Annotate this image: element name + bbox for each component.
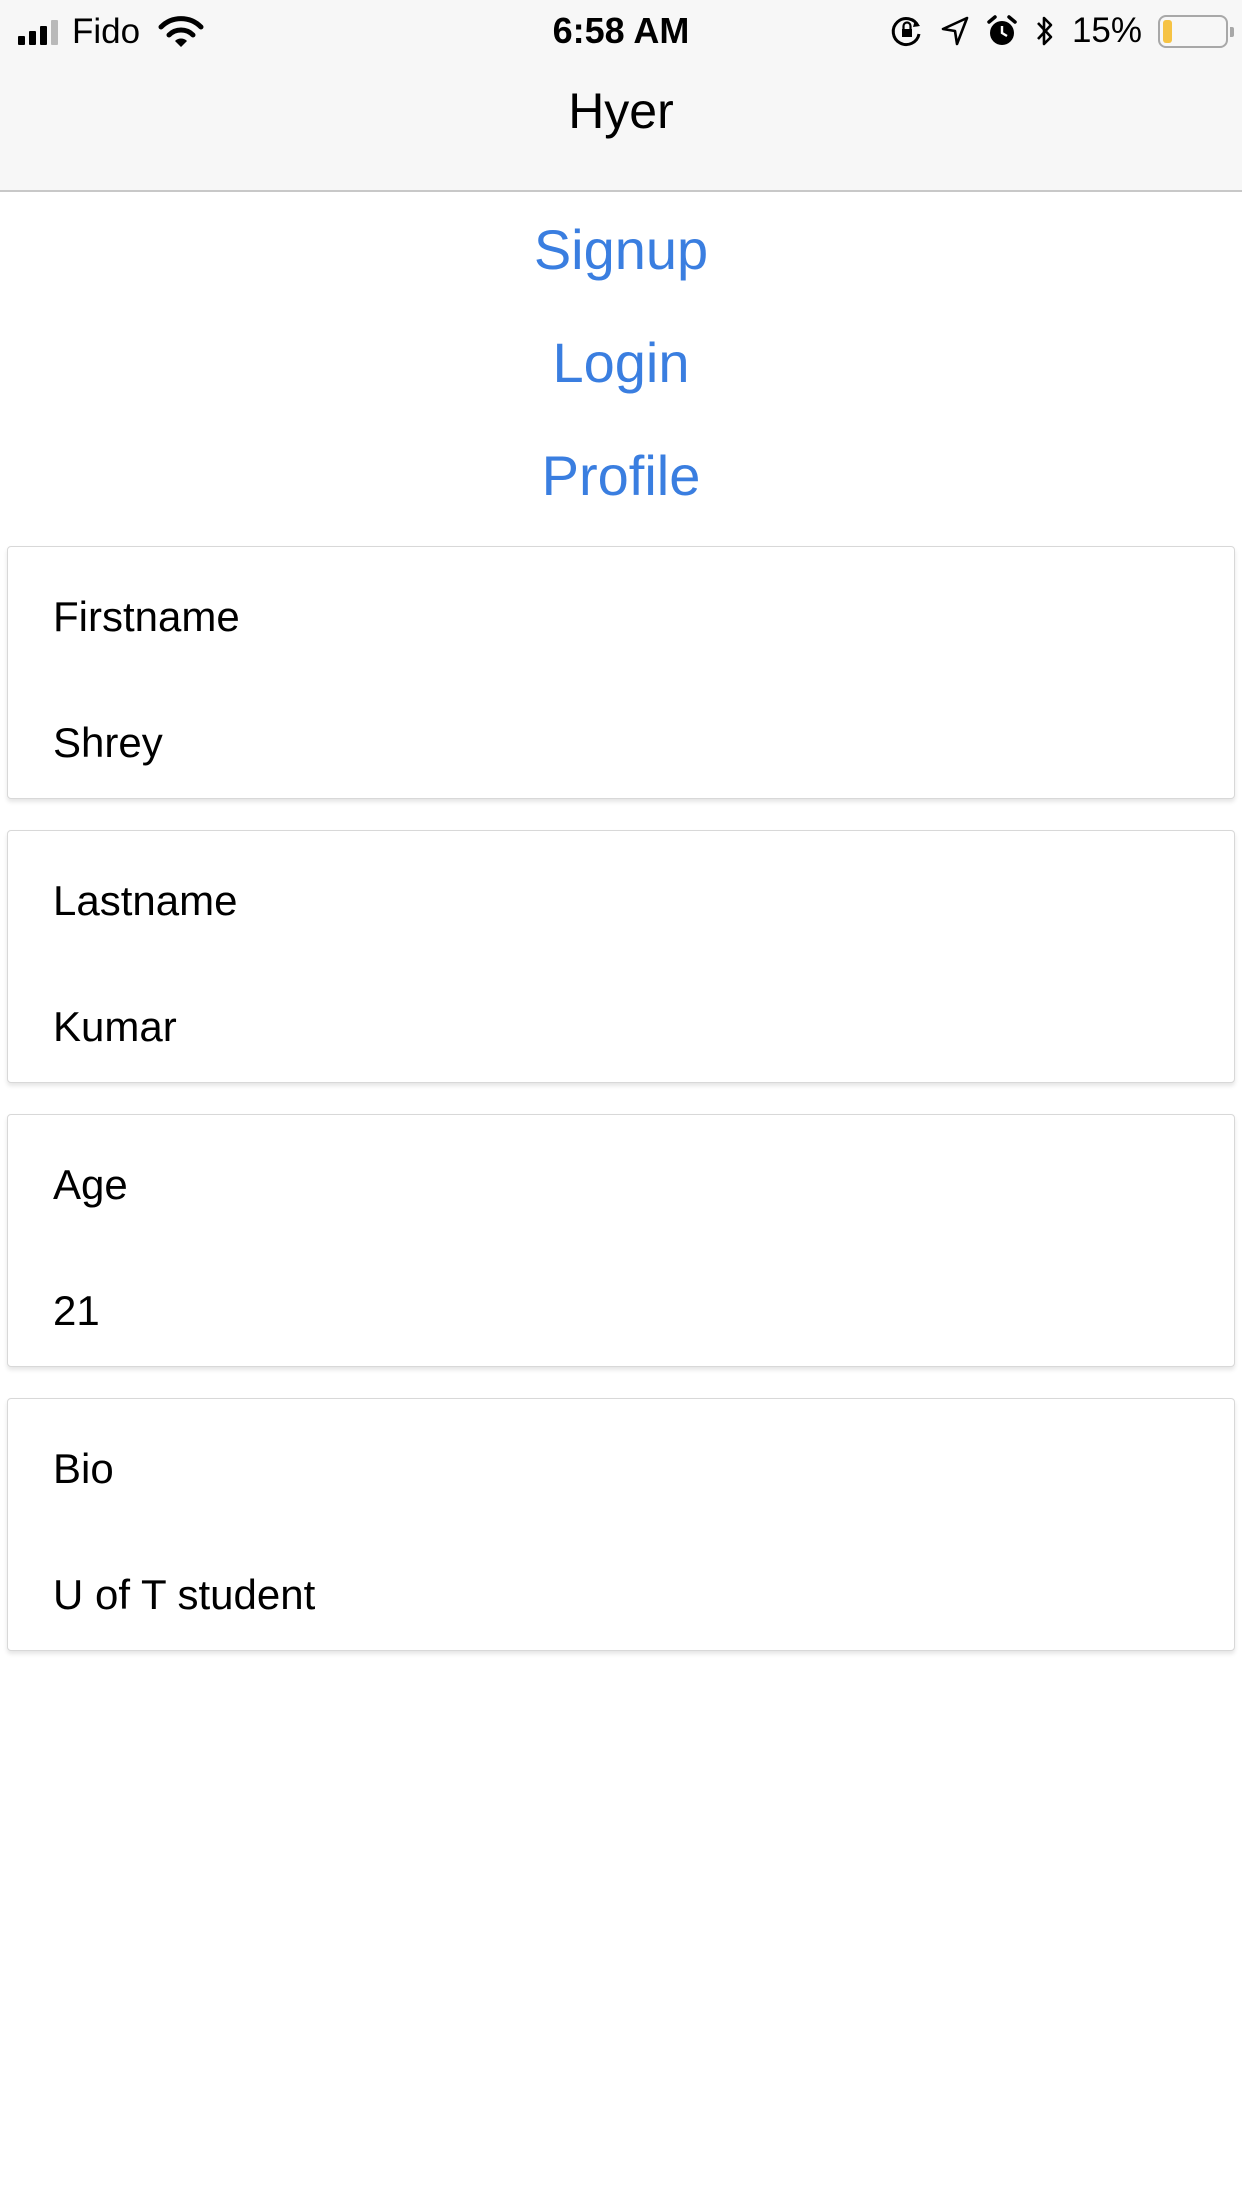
profile-card-firstname: Firstname Shrey [7,546,1235,799]
bio-label: Bio [53,1445,114,1492]
orientation-lock-icon [891,17,921,47]
age-value: 21 [53,1287,100,1334]
lastname-value: Kumar [53,1003,177,1050]
login-link[interactable]: Login [0,323,1242,436]
age-label: Age [53,1161,128,1208]
battery-fill [1163,19,1172,43]
status-right: 15% [890,10,1234,52]
alarm-icon [987,15,1017,45]
nav-links: Signup Login Profile [0,210,1242,549]
battery-tip [1230,26,1234,37]
profile-card-age: Age 21 [7,1114,1235,1367]
lastname-label: Lastname [53,877,238,924]
status-bar: Fido 6:58 AM 15% [0,0,1242,62]
location-icon [941,16,969,46]
page-title: Hyer [568,83,674,139]
signup-link[interactable]: Signup [0,210,1242,323]
profile-card-bio: Bio U of T student [7,1398,1235,1651]
bio-value: U of T student [53,1571,316,1618]
bluetooth-icon [1036,16,1053,46]
profile-card-lastname: Lastname Kumar [7,830,1235,1083]
navigation-bar: Hyer [0,62,1242,192]
battery-icon [1158,14,1234,48]
firstname-label: Firstname [53,593,240,640]
profile-link[interactable]: Profile [0,436,1242,549]
firstname-value: Shrey [53,719,163,766]
battery-percent: 15% [1071,11,1142,50]
